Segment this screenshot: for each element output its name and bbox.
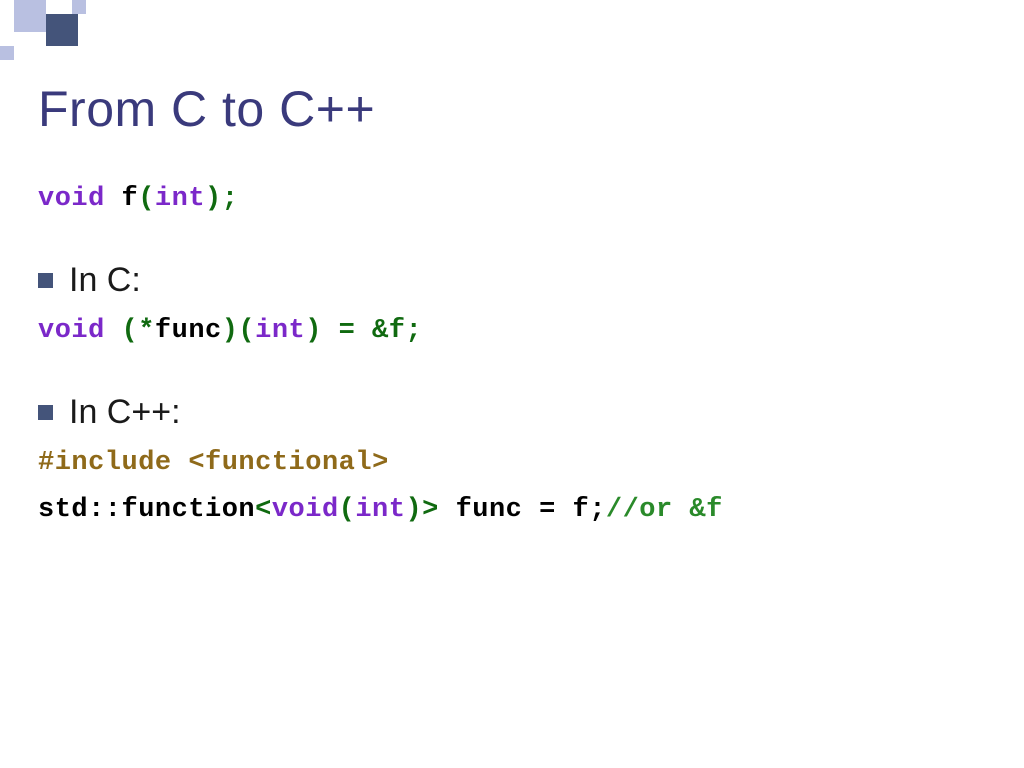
bullet-in-cpp: In C++: xyxy=(38,393,986,432)
slide: From C to C++ void f(int); In C: void (*… xyxy=(0,0,1024,768)
code-c-funcptr: void (*func)(int) = &f; xyxy=(38,314,986,349)
spacer xyxy=(38,438,986,446)
decor-square xyxy=(72,0,86,14)
spacer xyxy=(38,353,986,393)
slide-content: From C to C++ void f(int); In C: void (*… xyxy=(38,80,986,532)
square-bullet-icon xyxy=(38,405,53,420)
slide-title: From C to C++ xyxy=(38,80,986,138)
code-declaration: void f(int); xyxy=(38,182,986,217)
bullet-label: In C++: xyxy=(69,393,181,432)
bullet-in-c: In C: xyxy=(38,261,986,300)
spacer xyxy=(38,306,986,314)
decor-square xyxy=(14,0,46,32)
square-bullet-icon xyxy=(38,273,53,288)
code-stdfunction: std::function<void(int)> func = f;//or &… xyxy=(38,493,986,528)
decor-square xyxy=(46,14,78,46)
decor-square xyxy=(0,46,14,60)
spacer xyxy=(38,221,986,261)
bullet-label: In C: xyxy=(69,261,141,300)
spacer xyxy=(38,485,986,493)
code-include: #include <functional> xyxy=(38,446,986,481)
